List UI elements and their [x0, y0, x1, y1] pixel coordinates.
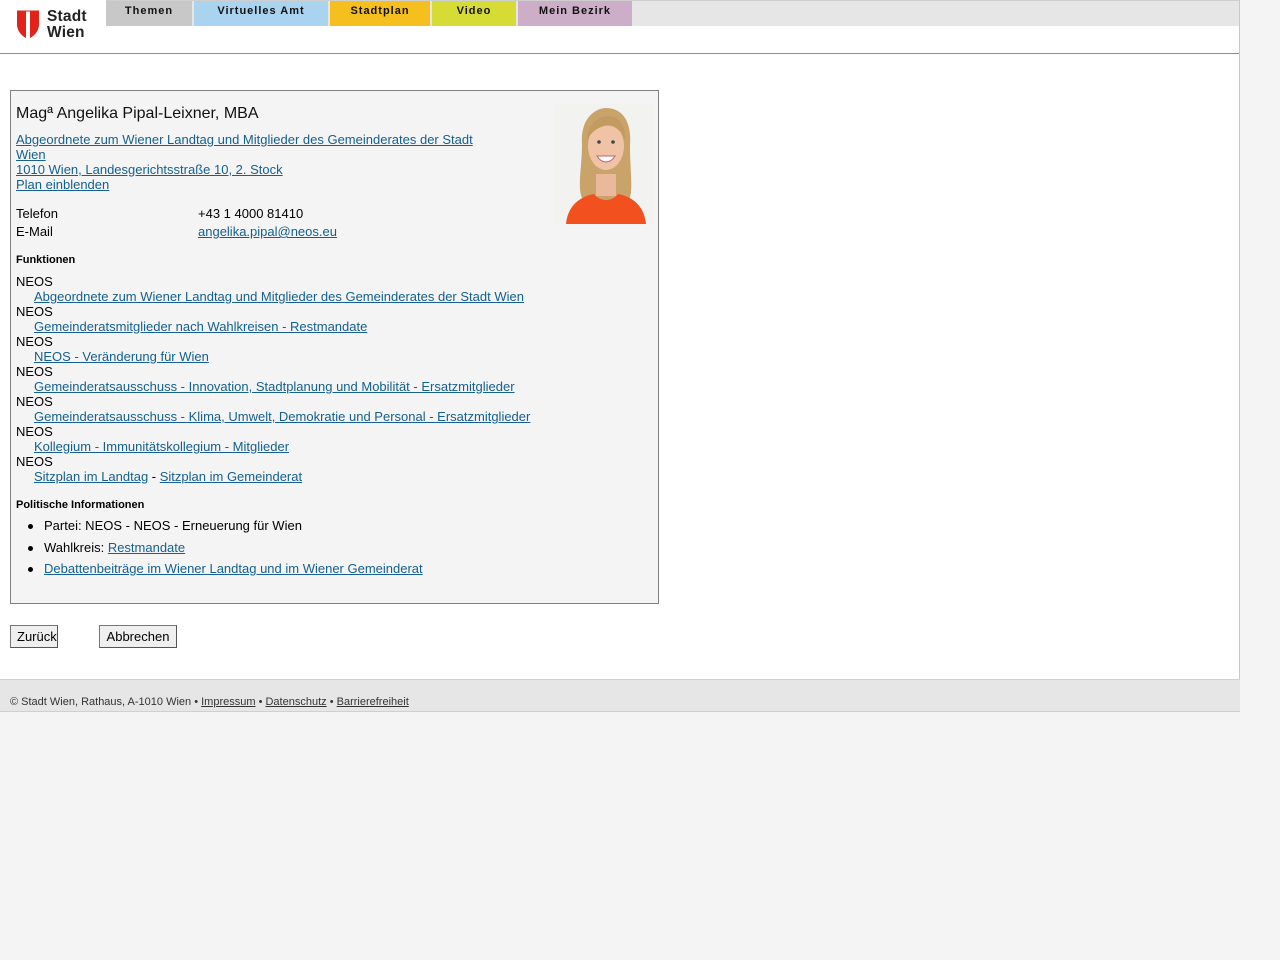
district-info: Wahlkreis: Restmandate [44, 540, 185, 555]
footer-line: © Stadt Wien, Rathaus, A-1010 Wien • Imp… [10, 696, 409, 708]
stadt-wien-logo[interactable]: Stadt Wien [16, 9, 96, 42]
function-link[interactable]: NEOS - Veränderung für Wien [34, 349, 209, 364]
seating-plan-links: Sitzplan im Landtag - Sitzplan im Gemein… [34, 469, 302, 484]
function-link[interactable]: Abgeordnete zum Wiener Landtag und Mitgl… [34, 289, 524, 304]
footer-separator: • [255, 696, 266, 708]
logo-line-1: Stadt [47, 8, 87, 25]
logo-line-2: Wien [47, 24, 85, 41]
person-photo [554, 104, 654, 224]
function-org: NEOS [16, 454, 53, 469]
cancel-button[interactable]: Abbrechen [99, 625, 177, 648]
debate-contributions-link[interactable]: Debattenbeiträge im Wiener Landtag und i… [44, 561, 423, 576]
function-link[interactable]: Gemeinderatsausschuss - Klima, Umwelt, D… [34, 409, 530, 424]
page: Stadt Wien Themen Virtuelles Amt Stadtpl… [0, 0, 1240, 679]
function-org: NEOS [16, 274, 53, 289]
wien-shield-icon [17, 10, 39, 39]
impressum-link[interactable]: Impressum [201, 696, 255, 708]
plan-link[interactable]: Plan einblenden [16, 177, 109, 192]
function-link[interactable]: Gemeinderatsausschuss - Innovation, Stad… [34, 379, 515, 394]
phone-value: +43 1 4000 81410 [198, 206, 304, 221]
seating-plan-landtag-link[interactable]: Sitzplan im Landtag [34, 469, 148, 484]
seating-plan-gemeinderat-link[interactable]: Sitzplan im Gemeinderat [160, 469, 302, 484]
function-org: NEOS [16, 304, 53, 319]
function-org: NEOS [16, 394, 53, 409]
datenschutz-link[interactable]: Datenschutz [265, 696, 326, 708]
district-link[interactable]: Restmandate [108, 540, 185, 555]
nav-tab-stadtplan[interactable]: Stadtplan [330, 1, 430, 26]
function-link[interactable]: Gemeinderatsmitglieder nach Wahlkreisen … [34, 319, 367, 334]
functions-title: Funktionen [16, 254, 76, 266]
bullet-icon [28, 524, 33, 529]
role-link-line-2[interactable]: Wien [16, 147, 46, 162]
back-button[interactable]: Zurück [10, 625, 58, 648]
political-info-title: Politische Informationen [16, 499, 145, 511]
nav-tab-virtuelles-amt[interactable]: Virtuelles Amt [194, 1, 328, 26]
barrierefreiheit-link[interactable]: Barrierefreiheit [337, 696, 409, 708]
bullet-icon [28, 546, 33, 551]
function-org: NEOS [16, 334, 53, 349]
nav-tab-video[interactable]: Video [432, 1, 516, 26]
function-link[interactable]: Kollegium - Immunitätskollegium - Mitgli… [34, 439, 289, 454]
footer: © Stadt Wien, Rathaus, A-1010 Wien • Imp… [0, 679, 1240, 712]
function-org: NEOS [16, 424, 53, 439]
footer-copyright: © Stadt Wien, Rathaus, A-1010 Wien • [10, 696, 202, 708]
logo-text: Stadt Wien [47, 9, 87, 41]
bullet-icon [28, 567, 33, 572]
district-label: Wahlkreis: [44, 540, 108, 555]
person-card: Magª Angelika Pipal-Leixner, MBA Abgeord… [10, 90, 659, 604]
party-info: Partei: NEOS - NEOS - Erneuerung für Wie… [44, 518, 302, 533]
phone-label: Telefon [16, 206, 58, 221]
seating-plan-separator: - [148, 469, 160, 484]
address-link[interactable]: 1010 Wien, Landesgerichtsstraße 10, 2. S… [16, 162, 283, 177]
function-org: NEOS [16, 364, 53, 379]
nav-tab-mein-bezirk[interactable]: Mein Bezirk [518, 1, 632, 26]
email-label: E-Mail [16, 224, 53, 239]
role-link-line-1[interactable]: Abgeordnete zum Wiener Landtag und Mitgl… [16, 132, 473, 147]
email-link[interactable]: angelika.pipal@neos.eu [198, 224, 337, 239]
footer-separator: • [326, 696, 337, 708]
nav-tab-themen[interactable]: Themen [106, 1, 192, 26]
main-nav: Themen Virtuelles Amt Stadtplan Video Me… [106, 0, 1239, 26]
person-name: Magª Angelika Pipal-Leixner, MBA [16, 105, 259, 122]
header: Stadt Wien Themen Virtuelles Amt Stadtpl… [0, 0, 1239, 54]
